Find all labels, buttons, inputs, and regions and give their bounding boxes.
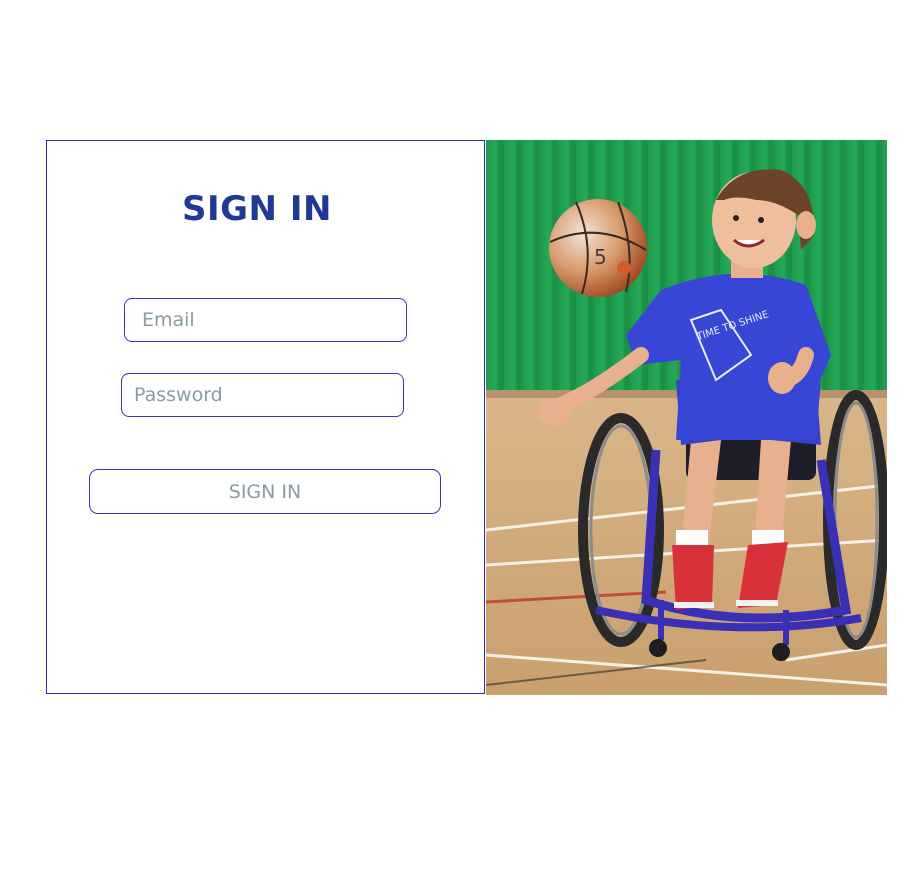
hero-photo: 5 TIME TO SHINE — [486, 140, 887, 695]
email-field[interactable] — [124, 298, 407, 342]
basketball-icon: 5 — [549, 199, 647, 297]
sign-in-panel: SIGN IN SIGN IN — [46, 140, 485, 694]
page-title: SIGN IN — [182, 189, 332, 229]
svg-text:5: 5 — [594, 245, 607, 269]
password-field[interactable] — [121, 373, 404, 417]
boy-wheelchair-basketball-image: 5 TIME TO SHINE — [486, 140, 887, 695]
sign-in-button[interactable]: SIGN IN — [89, 469, 441, 514]
